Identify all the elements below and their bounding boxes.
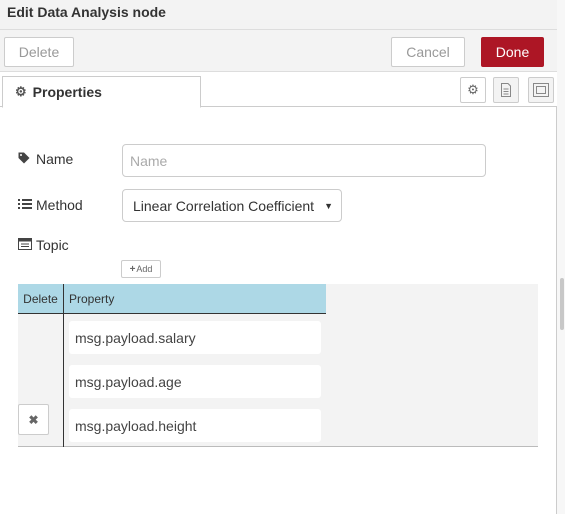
tab-properties[interactable]: ⚙ Properties bbox=[2, 76, 201, 108]
add-button-label: Add bbox=[136, 264, 153, 274]
name-label: Name bbox=[18, 151, 73, 167]
done-button[interactable]: Done bbox=[481, 37, 544, 67]
topic-label-text: Topic bbox=[36, 237, 69, 253]
scrollbar[interactable] bbox=[557, 0, 565, 514]
plus-icon: + bbox=[129, 263, 136, 275]
edit-dialog-tray: Edit Data Analysis node Delete Cancel Do… bbox=[0, 0, 557, 514]
document-icon bbox=[501, 83, 511, 97]
method-label-text: Method bbox=[36, 197, 83, 213]
caret-down-icon: ▼ bbox=[324, 201, 333, 211]
scrollbar-thumb[interactable] bbox=[560, 278, 564, 330]
name-label-text: Name bbox=[36, 151, 74, 167]
frame-icon bbox=[533, 83, 549, 97]
close-icon: ✖ bbox=[28, 412, 39, 427]
name-input[interactable] bbox=[122, 144, 486, 177]
gear-icon: ⚙ bbox=[15, 84, 27, 99]
table-header-row: Delete Property bbox=[18, 284, 326, 314]
table-row-property[interactable]: msg.payload.age bbox=[69, 365, 321, 398]
description-tab-button[interactable] bbox=[493, 77, 519, 103]
settings-tab-button[interactable]: ⚙ bbox=[460, 77, 486, 103]
cancel-button[interactable]: Cancel bbox=[391, 37, 465, 67]
gear-icon: ⚙ bbox=[467, 82, 479, 97]
column-header-property: Property bbox=[69, 292, 115, 306]
dialog-toolbar: Delete Cancel Done bbox=[0, 30, 557, 72]
column-header-delete: Delete bbox=[23, 292, 58, 306]
add-property-button[interactable]: + Add bbox=[121, 260, 161, 278]
appearance-tab-button[interactable] bbox=[528, 77, 554, 103]
method-select[interactable]: Linear Correlation Coefficient ▼ bbox=[122, 189, 342, 222]
tag-icon bbox=[18, 152, 34, 167]
remove-row-button[interactable]: ✖ bbox=[18, 404, 49, 435]
delete-button[interactable]: Delete bbox=[4, 37, 74, 67]
tab-properties-label: Properties bbox=[32, 84, 102, 100]
method-selected-value: Linear Correlation Coefficient bbox=[133, 197, 315, 214]
dialog-titlebar: Edit Data Analysis node bbox=[0, 0, 557, 30]
table-row-property[interactable]: msg.payload.salary bbox=[69, 321, 321, 354]
topic-label: Topic bbox=[18, 237, 69, 253]
topic-icon bbox=[18, 237, 34, 253]
column-divider bbox=[63, 284, 64, 447]
method-label: Method bbox=[18, 197, 83, 213]
dialog-title: Edit Data Analysis node bbox=[7, 4, 166, 20]
list-icon bbox=[18, 198, 34, 213]
tab-bar: ⚙ Properties ⚙ bbox=[0, 72, 557, 108]
table-row-property[interactable]: msg.payload.height bbox=[69, 409, 321, 442]
